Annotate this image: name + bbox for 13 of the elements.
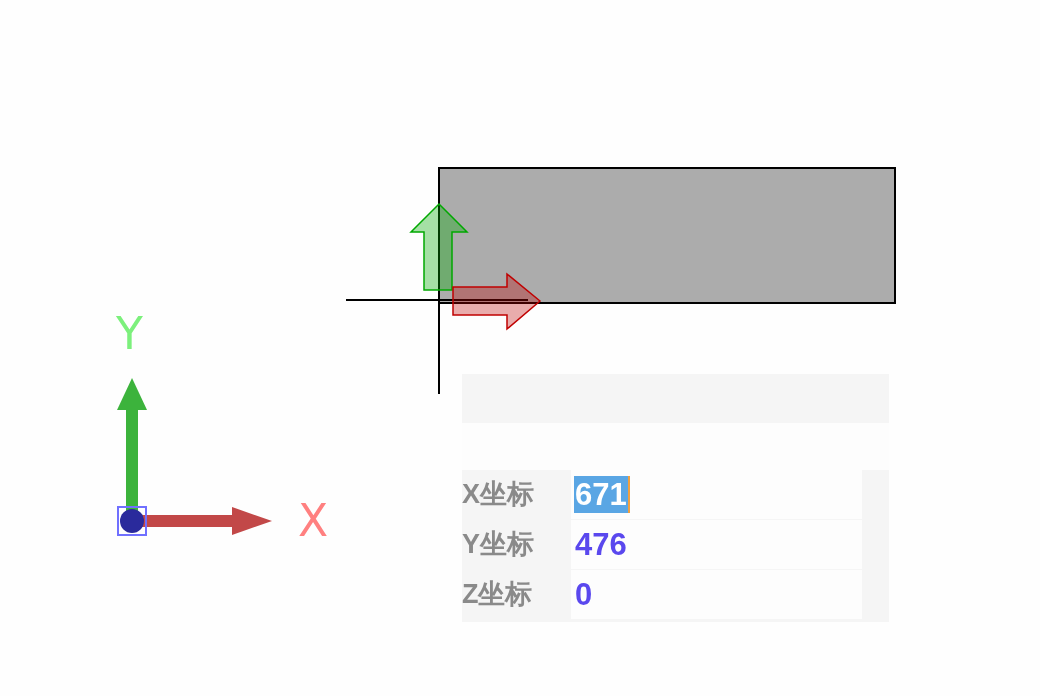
field-label: X坐标 <box>462 481 534 508</box>
field-label: Y坐标 <box>462 531 534 558</box>
axis-label: Y <box>116 312 143 356</box>
selected-value-text: 671 <box>574 475 630 514</box>
field-label: Z坐标 <box>462 581 533 608</box>
axis-label: X <box>298 499 329 543</box>
up-arrow-grip[interactable] <box>409 202 469 291</box>
ucs-axis-icon <box>117 378 272 536</box>
value-text: 0 <box>574 575 594 614</box>
coordinate-input[interactable]: 476 <box>571 520 862 569</box>
value-text: 476 <box>574 525 628 564</box>
right-arrow-grip[interactable] <box>452 272 542 331</box>
coordinate-input[interactable]: 0 <box>571 570 862 619</box>
